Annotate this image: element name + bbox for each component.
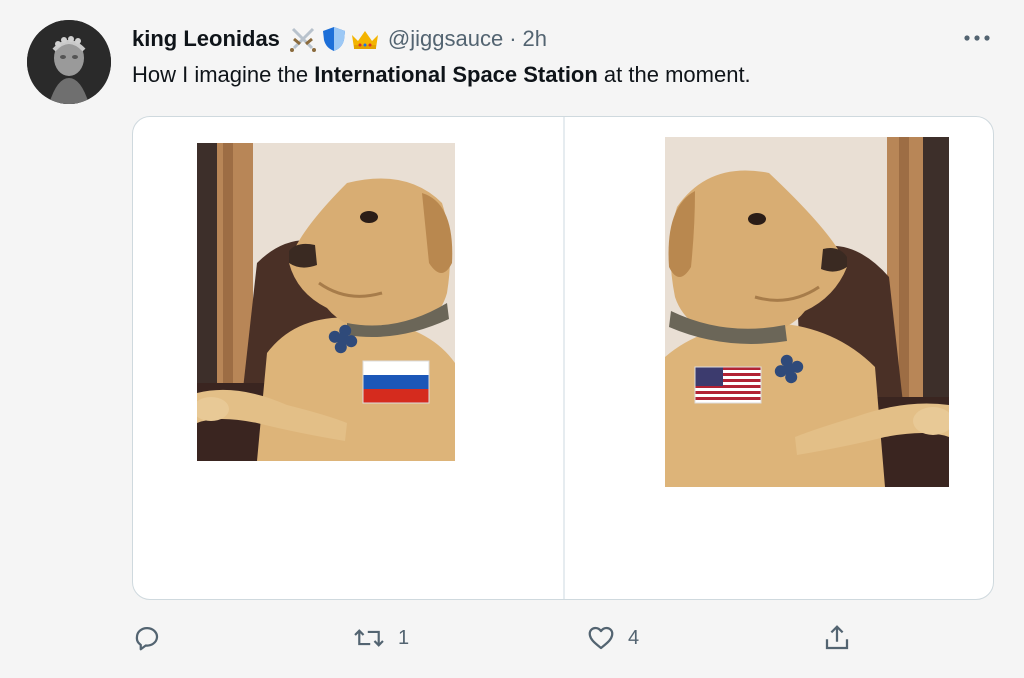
reply-icon xyxy=(132,623,162,653)
avatar[interactable] xyxy=(27,20,111,104)
author-name[interactable]: king Leonidas xyxy=(132,26,280,52)
tweet-text: How I imagine the International Space St… xyxy=(132,62,751,88)
tweet-text-end: at the moment. xyxy=(597,62,751,87)
retweet-button[interactable]: 1 xyxy=(352,618,409,658)
dog-usa-flag-image[interactable] xyxy=(665,137,949,487)
like-button[interactable]: 4 xyxy=(586,618,639,658)
usa-flag-icon xyxy=(694,366,762,404)
tweet-text-bold: International Space Station xyxy=(314,62,598,87)
more-options-button[interactable] xyxy=(960,26,994,50)
media-divider xyxy=(563,117,565,599)
crossed-swords-icon xyxy=(288,26,318,52)
like-count: 4 xyxy=(628,626,640,649)
more-dots-icon xyxy=(963,29,991,47)
tweet-timestamp[interactable]: 2h xyxy=(523,26,547,52)
heart-icon xyxy=(586,623,616,653)
crown-icon xyxy=(350,27,380,51)
reply-button[interactable] xyxy=(132,618,174,658)
author-handle[interactable]: @jiggsauce xyxy=(388,26,503,52)
tweet-header: king Leonidas @jiggsauce · 2h xyxy=(132,24,547,54)
shield-icon xyxy=(322,26,346,52)
retweet-count: 1 xyxy=(398,626,410,649)
media-container[interactable] xyxy=(132,116,994,600)
tweet[interactable]: king Leonidas @jiggsauce · 2h How I imag… xyxy=(0,0,1024,678)
name-badges xyxy=(288,26,380,52)
retweet-icon xyxy=(352,623,386,653)
tweet-action-bar: 1 4 xyxy=(0,618,1024,658)
dog-russia-flag-image[interactable] xyxy=(197,143,455,461)
russia-flag-icon xyxy=(362,360,430,404)
separator-dot: · xyxy=(509,26,517,51)
tweet-text-start: How I imagine the xyxy=(132,62,315,87)
share-icon xyxy=(822,623,852,653)
share-button[interactable] xyxy=(822,618,852,658)
